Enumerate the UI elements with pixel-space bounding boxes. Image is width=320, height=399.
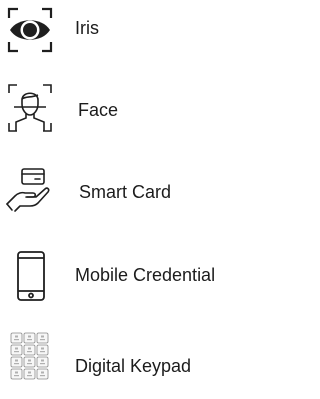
mobile-phone-icon <box>16 250 46 302</box>
face-scan-icon <box>7 82 53 134</box>
method-label: Smart Card <box>79 182 172 202</box>
list-item-smart-card: Smart Card <box>0 163 260 223</box>
method-label: Iris <box>75 18 99 38</box>
method-label: Digital Keypad <box>75 356 192 376</box>
keypad-icon <box>10 332 50 384</box>
list-item-digital-keypad: Digital Keypad <box>0 330 260 390</box>
list-item-face: Face <box>0 80 260 140</box>
method-label: Face <box>78 100 119 120</box>
smart-card-hand-icon <box>5 167 53 217</box>
list-item-mobile-credential: Mobile Credential <box>0 244 260 304</box>
method-label: Mobile Credential <box>75 265 216 285</box>
list-item-iris: Iris <box>0 0 260 60</box>
eye-scan-icon <box>6 6 54 54</box>
